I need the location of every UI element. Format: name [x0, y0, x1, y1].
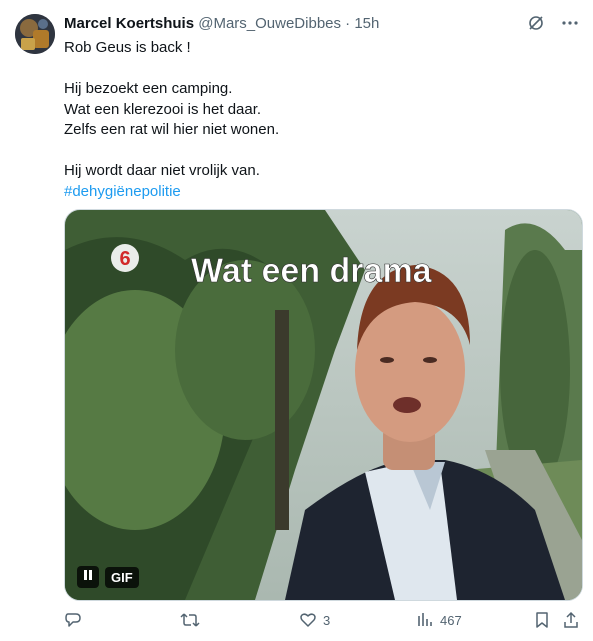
reply-icon	[64, 611, 82, 629]
author-avatar[interactable]	[15, 14, 55, 54]
hashtag-link[interactable]: #dehygiënepolitie	[64, 182, 564, 203]
share-button[interactable]	[562, 611, 580, 629]
tweet-actions: 3 467	[64, 611, 581, 633]
bookmark-icon	[534, 611, 550, 629]
channel-logo: 6	[119, 248, 130, 270]
retweet-icon	[180, 611, 200, 629]
pause-button[interactable]	[77, 566, 99, 588]
gif-media[interactable]: 6 Wat een drama GIF	[64, 209, 583, 601]
retweet-button[interactable]	[180, 611, 206, 629]
reply-button[interactable]	[64, 611, 88, 629]
like-count: 3	[323, 612, 331, 628]
tweet-text: Rob Geus is back ! Hij bezoekt een campi…	[64, 38, 564, 202]
tweet-line: Rob Geus is back !	[64, 39, 191, 56]
gif-badge: GIF	[105, 566, 139, 588]
author-handle[interactable]: @Mars_OuweDibbes	[198, 15, 341, 32]
bookmark-button[interactable]	[534, 611, 550, 629]
tweet-header: Marcel Koertshuis @Mars_OuweDibbes · 15h	[64, 15, 579, 37]
views-button[interactable]: 467	[416, 611, 462, 629]
tweet-line: Wat een klerezooi is het daar.	[64, 100, 262, 118]
tweet-line: Zelfs een rat wil hier niet wonen.	[64, 121, 280, 138]
author-name[interactable]: Marcel Koertshuis	[64, 15, 194, 32]
separator-dot: ·	[345, 15, 351, 32]
tweet-timestamp[interactable]: 15h	[354, 15, 379, 32]
gif-caption: Wat een drama	[191, 252, 433, 290]
share-icon	[562, 611, 580, 629]
more-icon[interactable]	[561, 14, 579, 36]
tweet-line: Hij wordt daar niet vrolijk van.	[64, 162, 260, 179]
gif-frame: 6 Wat een drama	[65, 210, 582, 600]
grok-icon[interactable]	[527, 14, 545, 36]
like-icon	[299, 611, 317, 629]
tweet-line: Hij bezoekt een camping.	[64, 80, 233, 97]
views-icon	[416, 611, 434, 629]
pause-icon	[83, 568, 93, 586]
like-button[interactable]: 3	[299, 611, 330, 629]
views-count: 467	[440, 612, 462, 628]
